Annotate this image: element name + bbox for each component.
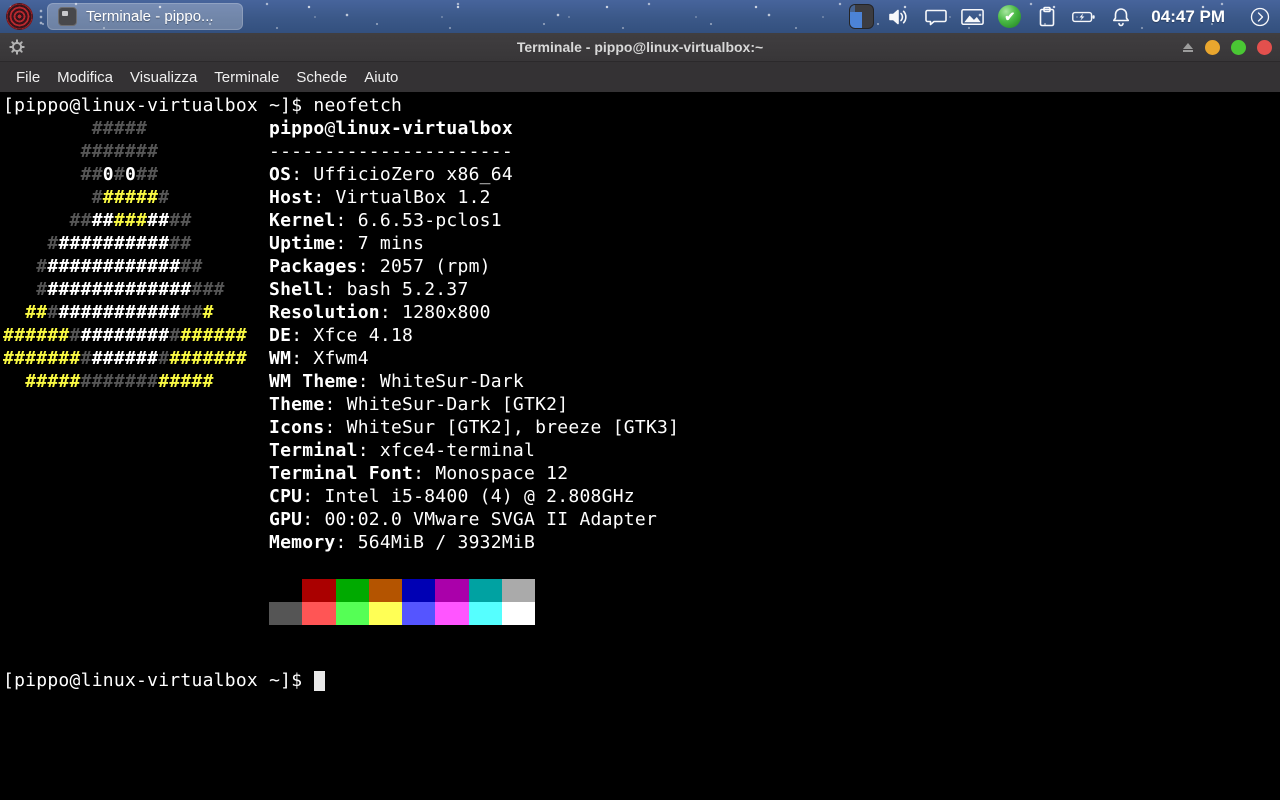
palette-block — [469, 602, 502, 625]
chat-icon[interactable] — [923, 4, 948, 29]
titlebar[interactable]: Terminale - pippo@linux-virtualbox:~ — [0, 33, 1280, 62]
palette-block — [402, 602, 435, 625]
palette-block — [435, 579, 468, 602]
neofetch-info: pippo@linux-virtualbox -----------------… — [269, 117, 679, 554]
volume-icon[interactable] — [886, 4, 911, 29]
prompt-line: [pippo@linux-virtualbox ~]$ neofetch — [3, 94, 402, 117]
palette-row-bright — [269, 602, 535, 625]
taskbar-window-button[interactable]: Terminale - pippo... — [47, 3, 243, 30]
update-check-icon[interactable]: ✔ — [997, 4, 1022, 29]
palette-block — [302, 602, 335, 625]
top-panel: Terminale - pippo... — [0, 0, 1280, 33]
window-controls — [1182, 40, 1272, 55]
window-gear-icon — [9, 39, 25, 55]
active-workspace — [850, 12, 862, 29]
taskbar-window-label: Terminale - pippo... — [86, 8, 214, 25]
menu-file[interactable]: File — [8, 65, 48, 90]
battery-icon[interactable] — [1071, 4, 1096, 29]
workspace-switcher[interactable] — [849, 4, 874, 29]
app-menu-logo-icon[interactable] — [6, 3, 33, 30]
menubar: File Modifica Visualizza Terminale Sched… — [0, 62, 1280, 92]
window-title: Terminale - pippo@linux-virtualbox:~ — [0, 39, 1280, 55]
palette-block — [502, 579, 535, 602]
terminal-window: Terminale - pippo@linux-virtualbox:~ Fil… — [0, 33, 1280, 800]
palette-block — [402, 579, 435, 602]
palette-block — [369, 579, 402, 602]
palette-block — [502, 602, 535, 625]
menu-visualizza[interactable]: Visualizza — [122, 65, 205, 90]
palette-block — [469, 579, 502, 602]
menu-terminale[interactable]: Terminale — [206, 65, 287, 90]
palette-block — [336, 602, 369, 625]
neofetch-ascii-art: ##### ####### ##0#0## ####### ##########… — [3, 117, 247, 393]
prompt-line-2: [pippo@linux-virtualbox ~]$ — [3, 669, 325, 692]
menu-modifica[interactable]: Modifica — [49, 65, 121, 90]
close-button[interactable] — [1257, 40, 1272, 55]
palette-row-normal — [269, 579, 535, 602]
panel-handle[interactable] — [38, 7, 44, 27]
terminal-icon — [58, 7, 77, 26]
panel-collapse-arrow-icon[interactable] — [1247, 4, 1272, 29]
palette-block — [435, 602, 468, 625]
palette-block — [336, 579, 369, 602]
menu-schede[interactable]: Schede — [288, 65, 355, 90]
palette-block — [269, 602, 302, 625]
panel-clock[interactable]: 04:47 PM — [1151, 7, 1225, 27]
maximize-button[interactable] — [1231, 40, 1246, 55]
system-tray: ✔ 04:47 PM — [849, 4, 1272, 29]
terminal-screen[interactable]: [pippo@linux-virtualbox ~]$ neofetch ###… — [0, 92, 1280, 800]
display-wallpaper-icon[interactable] — [960, 4, 985, 29]
desktop: Terminale - pippo... — [0, 0, 1280, 800]
palette-block — [302, 579, 335, 602]
shade-button[interactable] — [1182, 41, 1194, 53]
palette-block — [369, 602, 402, 625]
menu-aiuto[interactable]: Aiuto — [356, 65, 406, 90]
minimize-button[interactable] — [1205, 40, 1220, 55]
palette-block — [269, 579, 302, 602]
clipboard-icon[interactable] — [1034, 4, 1059, 29]
notifications-bell-icon[interactable] — [1108, 4, 1133, 29]
check-icon: ✔ — [998, 5, 1021, 28]
terminal-cursor — [314, 671, 325, 691]
